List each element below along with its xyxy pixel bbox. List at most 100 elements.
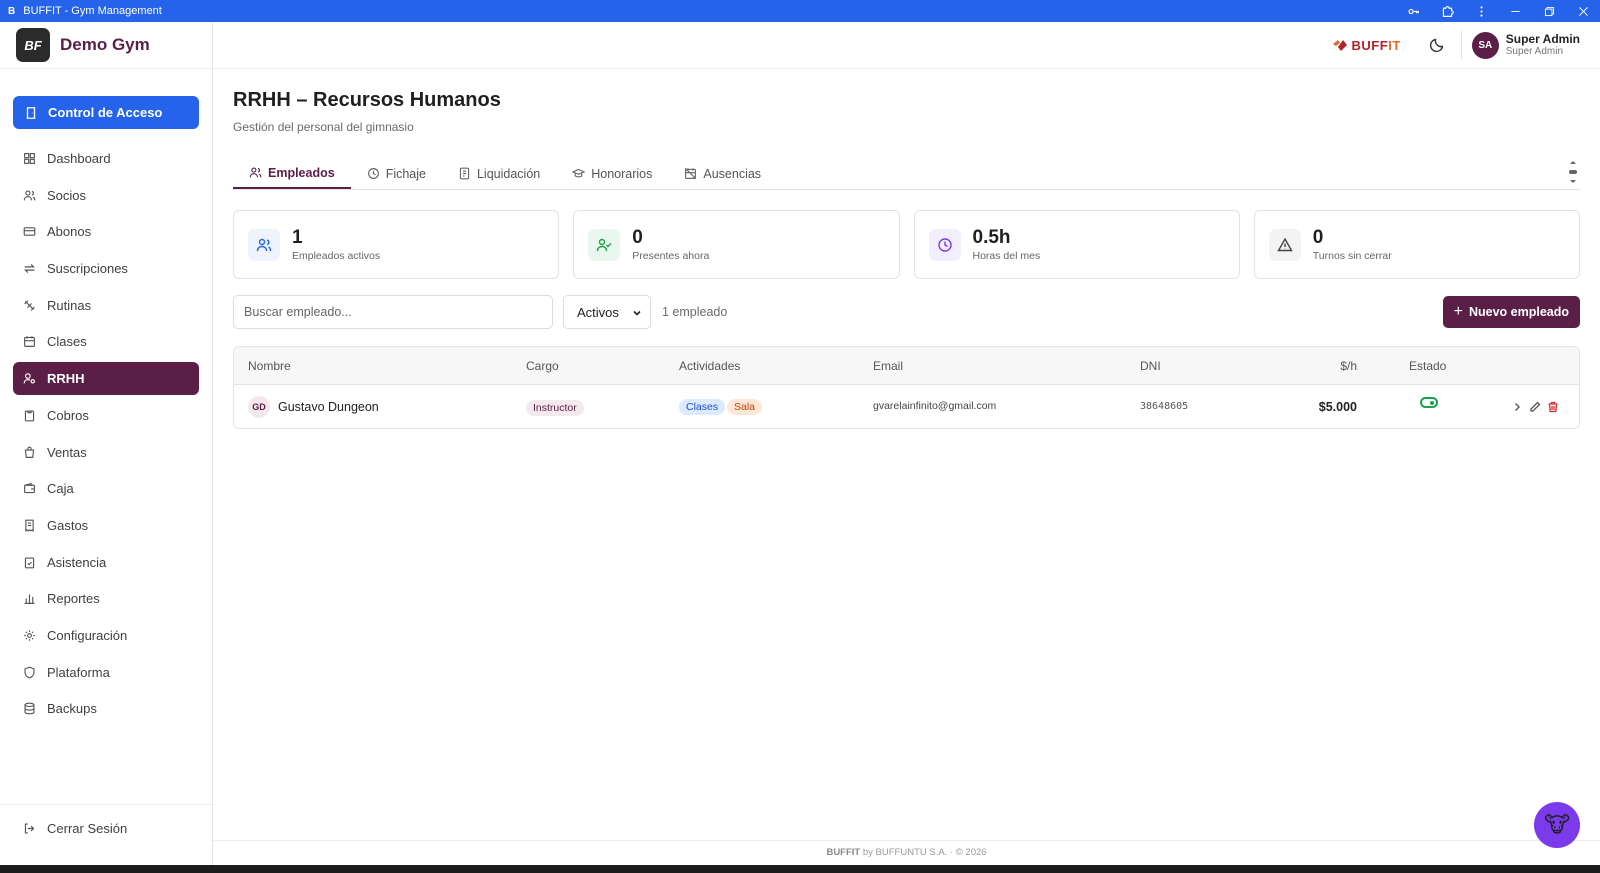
receipt-icon bbox=[25, 519, 34, 532]
sidebar-item-label: Asistencia bbox=[47, 554, 107, 570]
sidebar-item-cobros[interactable]: Cobros bbox=[13, 399, 199, 432]
buffit-logo: BUFFIT bbox=[1332, 38, 1401, 53]
users-icon bbox=[249, 167, 262, 178]
sidebar-item-label: Rutinas bbox=[47, 297, 92, 313]
dumbbell-icon bbox=[24, 299, 35, 311]
sidebar-item-plataforma[interactable]: Plataforma bbox=[13, 656, 199, 689]
sidebar-item-socios[interactable]: Socios bbox=[13, 179, 199, 212]
more-vertical-icon[interactable] bbox=[1464, 0, 1498, 22]
column-header-email[interactable]: Email bbox=[873, 359, 903, 373]
new-employee-label: Nuevo empleado bbox=[1468, 305, 1569, 319]
new-employee-button[interactable]: + Nuevo empleado bbox=[1442, 296, 1580, 328]
column-header-actividades[interactable]: Actividades bbox=[679, 359, 740, 373]
bag-icon bbox=[24, 446, 35, 458]
buffit-logo-text: BUFFIT bbox=[1351, 37, 1401, 53]
sidebar-divider bbox=[0, 804, 212, 805]
stat-label: Presentes ahora bbox=[632, 249, 710, 262]
sidebar-item-label: Abonos bbox=[47, 224, 92, 240]
brand[interactable]: BF Demo Gym bbox=[0, 22, 212, 69]
stat-icon-bg bbox=[248, 228, 280, 261]
sidebar-item-label: Clases bbox=[47, 334, 87, 350]
document-icon bbox=[459, 167, 470, 180]
users-icon bbox=[23, 190, 36, 201]
logout-icon bbox=[24, 822, 35, 834]
tab-label: Liquidación bbox=[476, 166, 541, 181]
access-control-button[interactable]: Control de Acceso bbox=[13, 96, 199, 129]
repeat-icon bbox=[24, 264, 35, 274]
minimize-button[interactable] bbox=[1498, 0, 1532, 22]
tab-label: Honorarios bbox=[591, 166, 653, 181]
sidebar-item-label: Dashboard bbox=[47, 151, 111, 166]
stat-label: Horas del mes bbox=[972, 249, 1041, 262]
column-header-nombre[interactable]: Nombre bbox=[248, 359, 291, 373]
tab-label: Fichaje bbox=[385, 166, 426, 181]
sidebar-item-label: Suscripciones bbox=[47, 261, 128, 277]
employee-rate: $5.000 bbox=[1318, 400, 1357, 414]
window-title: BUFFIT - Gym Management bbox=[23, 5, 162, 17]
stat-value: 1 bbox=[292, 226, 303, 248]
sidebar-item-gastos[interactable]: Gastos bbox=[13, 509, 199, 542]
grid-icon bbox=[24, 153, 35, 164]
gear-icon bbox=[24, 630, 35, 641]
employee-count: 1 empleado bbox=[662, 305, 728, 319]
close-button[interactable] bbox=[1566, 0, 1600, 22]
sidebar-item-label: RRHH bbox=[47, 371, 85, 387]
column-header-estado[interactable]: Estado bbox=[1409, 359, 1446, 373]
logout-button[interactable]: Cerrar Sesión bbox=[13, 813, 199, 843]
column-header-dni[interactable]: DNI bbox=[1140, 359, 1161, 373]
footer: BUFFIT by BUFFUNTU S.A. · © 2026 bbox=[213, 840, 1600, 865]
sidebar-item-abonos[interactable]: Abonos bbox=[13, 215, 199, 248]
table-row[interactable]: GD Gustavo Dungeon Instructor Clases Sal… bbox=[234, 385, 1579, 428]
sidebar-item-suscripciones[interactable]: Suscripciones bbox=[13, 252, 199, 285]
card-icon bbox=[23, 227, 36, 237]
stat-card-active-employees: 1 Empleados activos bbox=[233, 210, 560, 279]
sidebar-item-label: Plataforma bbox=[47, 664, 110, 680]
column-header-rate[interactable]: $/h bbox=[1340, 359, 1357, 373]
sidebar-item-label: Ventas bbox=[47, 444, 87, 460]
avatar[interactable]: SA bbox=[1471, 31, 1499, 59]
sidebar-item-asistencia[interactable]: Asistencia bbox=[13, 546, 199, 579]
employee-avatar: GD bbox=[248, 396, 270, 418]
user-role: Super Admin bbox=[1505, 46, 1564, 57]
tab-fichaje[interactable]: Fichaje bbox=[351, 158, 442, 189]
sidebar-item-rutinas[interactable]: Rutinas bbox=[13, 289, 199, 322]
tab-empleados[interactable]: Empleados bbox=[233, 158, 351, 189]
sidebar-item-configuracion[interactable]: Configuración bbox=[13, 619, 199, 652]
tab-liquidacion[interactable]: Liquidación bbox=[442, 158, 556, 189]
search-input[interactable] bbox=[233, 295, 553, 329]
restore-button[interactable] bbox=[1532, 0, 1566, 22]
sidebar-item-rrhh[interactable]: RRHH bbox=[13, 362, 199, 396]
brand-name: Demo Gym bbox=[60, 35, 150, 54]
sidebar-item-caja[interactable]: Caja bbox=[13, 472, 199, 505]
page-title: RRHH – Recursos Humanos bbox=[233, 89, 501, 111]
assistant-bot-button[interactable]: 🐮 bbox=[1534, 802, 1580, 848]
sidebar-item-reportes[interactable]: Reportes bbox=[13, 582, 199, 615]
user-check-icon bbox=[597, 238, 612, 251]
sidebar-item-clases[interactable]: Clases bbox=[13, 325, 199, 358]
tabs-scroll-handle[interactable] bbox=[1568, 158, 1578, 186]
tab-ausencias[interactable]: Ausencias bbox=[668, 158, 777, 189]
column-header-cargo[interactable]: Cargo bbox=[526, 359, 559, 373]
stat-card-present-now: 0 Presentes ahora bbox=[573, 210, 900, 279]
sidebar-item-label: Gastos bbox=[47, 517, 89, 533]
table-header: Nombre Cargo Actividades Email DNI $/h E… bbox=[234, 347, 1579, 385]
edit-icon[interactable] bbox=[1529, 401, 1541, 413]
sidebar-item-ventas[interactable]: Ventas bbox=[13, 436, 199, 469]
trash-icon[interactable] bbox=[1547, 401, 1559, 413]
extensions-icon[interactable] bbox=[1430, 0, 1464, 22]
user-info[interactable]: Super Admin Super Admin bbox=[1505, 33, 1580, 58]
page-subtitle: Gestión del personal del gimnasio bbox=[233, 120, 414, 134]
chevron-right-icon[interactable] bbox=[1511, 401, 1523, 413]
sidebar-item-backups[interactable]: Backups bbox=[13, 692, 199, 725]
sidebar-item-label: Caja bbox=[47, 481, 74, 497]
status-toggle[interactable] bbox=[1420, 397, 1438, 408]
sidebar-item-dashboard[interactable]: Dashboard bbox=[13, 142, 199, 175]
header-separator bbox=[1460, 30, 1462, 60]
employee-dni: 38648605 bbox=[1140, 401, 1189, 412]
tab-honorarios[interactable]: Honorarios bbox=[556, 158, 668, 189]
door-icon bbox=[26, 106, 36, 119]
status-filter-select[interactable]: Activos bbox=[563, 295, 651, 329]
tabs: Empleados Fichaje Liquidación Honorarios… bbox=[233, 158, 1580, 190]
key-icon[interactable] bbox=[1396, 0, 1430, 22]
dark-mode-toggle-icon[interactable] bbox=[1429, 37, 1445, 53]
